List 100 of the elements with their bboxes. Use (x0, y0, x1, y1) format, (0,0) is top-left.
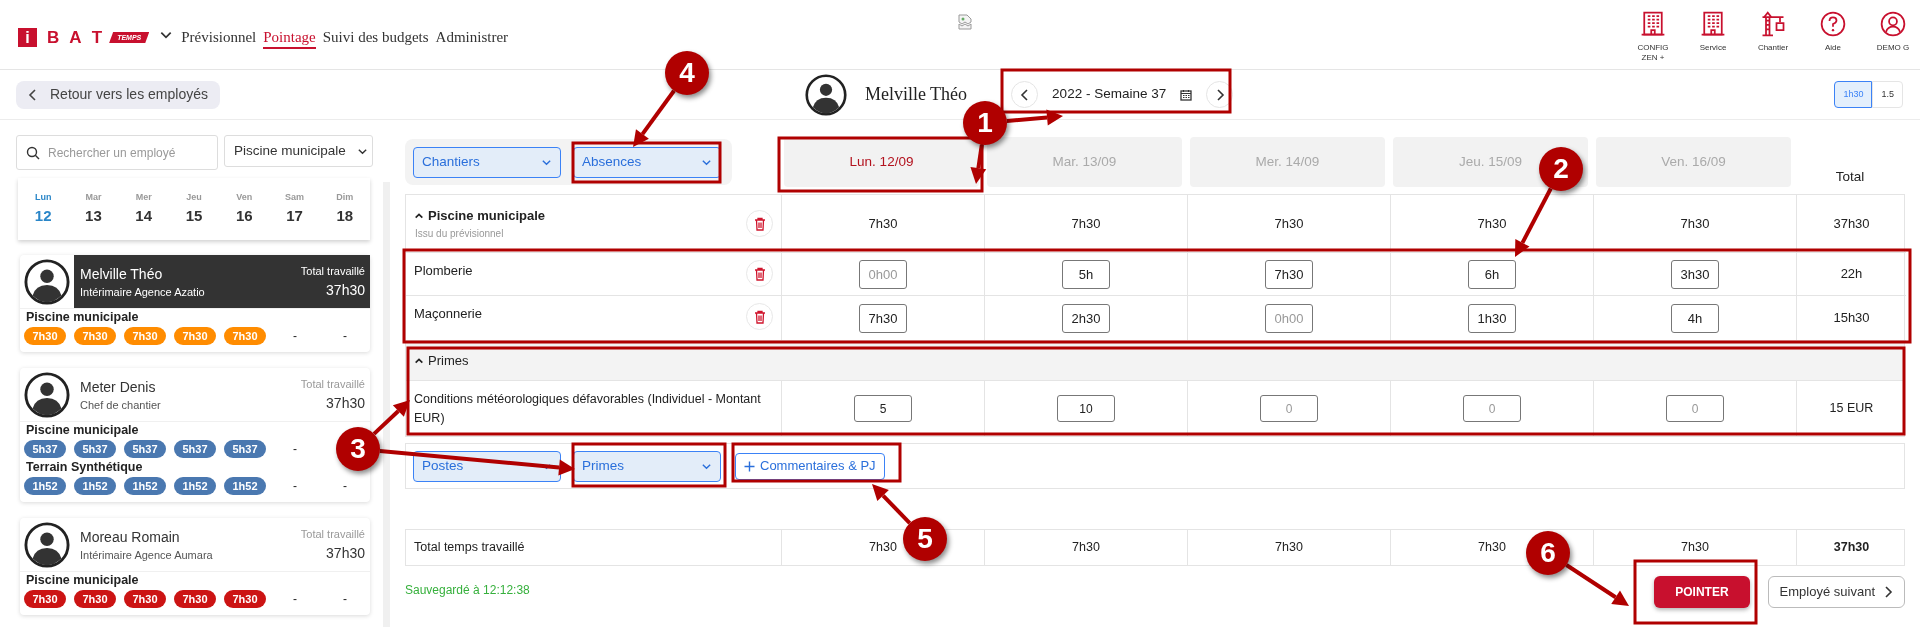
hours-input[interactable]: 1h30 (1468, 303, 1516, 333)
hours-input[interactable]: 7h30 (1265, 259, 1313, 289)
chevron-left-icon (28, 88, 38, 101)
arrow (633, 89, 676, 147)
empty-value: - (342, 328, 348, 345)
hours-badge: 7h30 (174, 327, 216, 345)
day-tab[interactable]: Mer 14 (118, 178, 169, 240)
hours-input[interactable]: 7h30 (859, 303, 907, 333)
avatar-icon (24, 259, 70, 305)
day-tab[interactable]: Mar 13 (68, 178, 119, 240)
shortcut-button[interactable]: Service (1688, 10, 1738, 63)
hours-input[interactable]: 6h (1468, 259, 1516, 289)
hours-input[interactable]: 0 (1463, 395, 1521, 422)
hours-value: 7h30 (1071, 214, 1101, 233)
filter-dropdown[interactable]: Chantiers (413, 146, 561, 178)
hours-input[interactable]: 0 (1666, 395, 1724, 422)
arrow (1515, 187, 1553, 257)
shortcut-button[interactable]: DEMO G (1868, 10, 1918, 63)
trash-icon (753, 309, 766, 324)
site-name: Terrain Synthétique (25, 459, 144, 476)
day-header[interactable]: Lun. 12/09 (849, 151, 914, 173)
hours-badge: 5h37 (174, 440, 216, 458)
hours-input[interactable]: 5 (854, 395, 912, 422)
trash-icon (753, 216, 766, 231)
hours-value: 7h30 (868, 214, 898, 233)
broken-image-icon (958, 14, 972, 30)
help-icon (1819, 10, 1847, 38)
save-status: Sauvegardé à 12:12:38 (405, 582, 530, 599)
day-tab[interactable]: Ven 16 (219, 178, 270, 240)
hours-badge: 1h52 (24, 477, 66, 495)
chevron-left-icon (1019, 88, 1030, 101)
building-icon (1639, 10, 1667, 38)
total-label: Total travaillé (300, 376, 365, 392)
empty-value: - (342, 591, 348, 608)
site-name: Piscine municipale (25, 572, 140, 589)
employee-card[interactable]: Moreau Romain Intérimaire Agence Aumara Total travaillé 37h30 Piscine municipale 7h30 7h30 7h30 7h30 7h30 - - (20, 518, 370, 615)
nav-link[interactable]: Prévisionnel (181, 26, 257, 49)
empty-value: - (292, 591, 298, 608)
comments-button[interactable]: Commentaires & PJ (735, 452, 885, 480)
hours-badge: 7h30 (224, 590, 266, 608)
employee-role: Intérimaire Agence Azatio (80, 284, 205, 300)
day-tab[interactable]: Jeu 15 (168, 178, 220, 240)
hours-badge: 7h30 (174, 590, 216, 608)
hours-badge: 1h52 (174, 477, 216, 495)
empty-value: - (292, 328, 298, 345)
nav-link[interactable]: Administrer (435, 26, 509, 49)
total-value: 37h30 (326, 543, 365, 563)
avatar-icon (24, 522, 70, 568)
hours-input[interactable]: 3h30 (1671, 259, 1719, 289)
next-employee-button[interactable]: Employé suivant (1767, 576, 1905, 608)
arrow (372, 400, 410, 436)
logo-mark: i (18, 28, 37, 47)
site-dropdown[interactable]: Piscine municipale (224, 135, 373, 167)
day-tab[interactable]: Dim 18 (319, 178, 370, 240)
hours-badge: 7h30 (24, 590, 66, 608)
day-tab[interactable]: Lun 12 (18, 178, 69, 240)
format-toggle[interactable]: 1.5 (1872, 81, 1903, 108)
shortcut-button[interactable]: CONFIG ZEN + (1628, 10, 1678, 63)
column-header: Total (1835, 167, 1865, 186)
submit-button[interactable]: POINTER (1654, 576, 1750, 608)
total-label: Total travaillé (300, 263, 365, 279)
hours-input[interactable]: 4h (1671, 303, 1719, 333)
hours-badge: 7h30 (74, 590, 116, 608)
hours-badge: 5h37 (124, 440, 166, 458)
hours-value: 7h30 (1072, 539, 1100, 557)
add-dropdown[interactable]: Primes (573, 450, 721, 482)
hours-input[interactable]: 0h00 (859, 259, 907, 289)
nav-link[interactable]: Suivi des budgets (322, 26, 429, 49)
hours-badge: 7h30 (124, 327, 166, 345)
hours-badge: 5h37 (224, 440, 266, 458)
day-tab[interactable]: Sam 17 (269, 178, 320, 240)
group-name: Piscine municipale (428, 207, 546, 226)
avatar-icon (24, 372, 70, 418)
nav-link[interactable]: Pointage (263, 26, 316, 49)
employee-card[interactable]: Melville Théo Intérimaire Agence Azatio Total travaillé 37h30 Piscine municipale 7h30 7h30 7h30 7h30 7h30 - - (20, 255, 370, 352)
hours-input[interactable]: 10 (1057, 395, 1115, 422)
site-name: Piscine municipale (25, 422, 140, 439)
hours-value: 7h30 (1478, 539, 1506, 557)
chevron-right-icon (1883, 586, 1893, 598)
shortcut-button[interactable]: Aide (1808, 10, 1858, 63)
group-note: Issu du prévisionnel (415, 226, 505, 241)
task-name: Maçonnerie (414, 305, 482, 323)
hours-input[interactable]: 0h00 (1265, 303, 1313, 333)
empty-value: - (342, 478, 348, 495)
week-label: 2022 - Semaine 37 (1052, 85, 1167, 104)
arrow (1006, 109, 1063, 126)
hours-badge: 7h30 (224, 327, 266, 345)
shortcut-button[interactable]: Chantier (1748, 10, 1798, 63)
hours-input[interactable]: 5h (1062, 259, 1110, 289)
total-value: 37h30 (326, 393, 365, 413)
filter-dropdown[interactable]: Absences (573, 146, 721, 178)
chevron-right-icon (1214, 88, 1225, 101)
empty-value: - (292, 478, 298, 495)
hours-input[interactable]: 2h30 (1062, 303, 1110, 333)
back-button[interactable]: Retour vers les employés (16, 80, 220, 109)
search-field[interactable]: Rechercher un employé (16, 135, 218, 170)
step-marker: 1 (963, 101, 1007, 145)
total-label: Total travaillé (300, 526, 365, 542)
total-value: 37h30 (1833, 214, 1870, 233)
hours-input[interactable]: 0 (1260, 395, 1318, 422)
